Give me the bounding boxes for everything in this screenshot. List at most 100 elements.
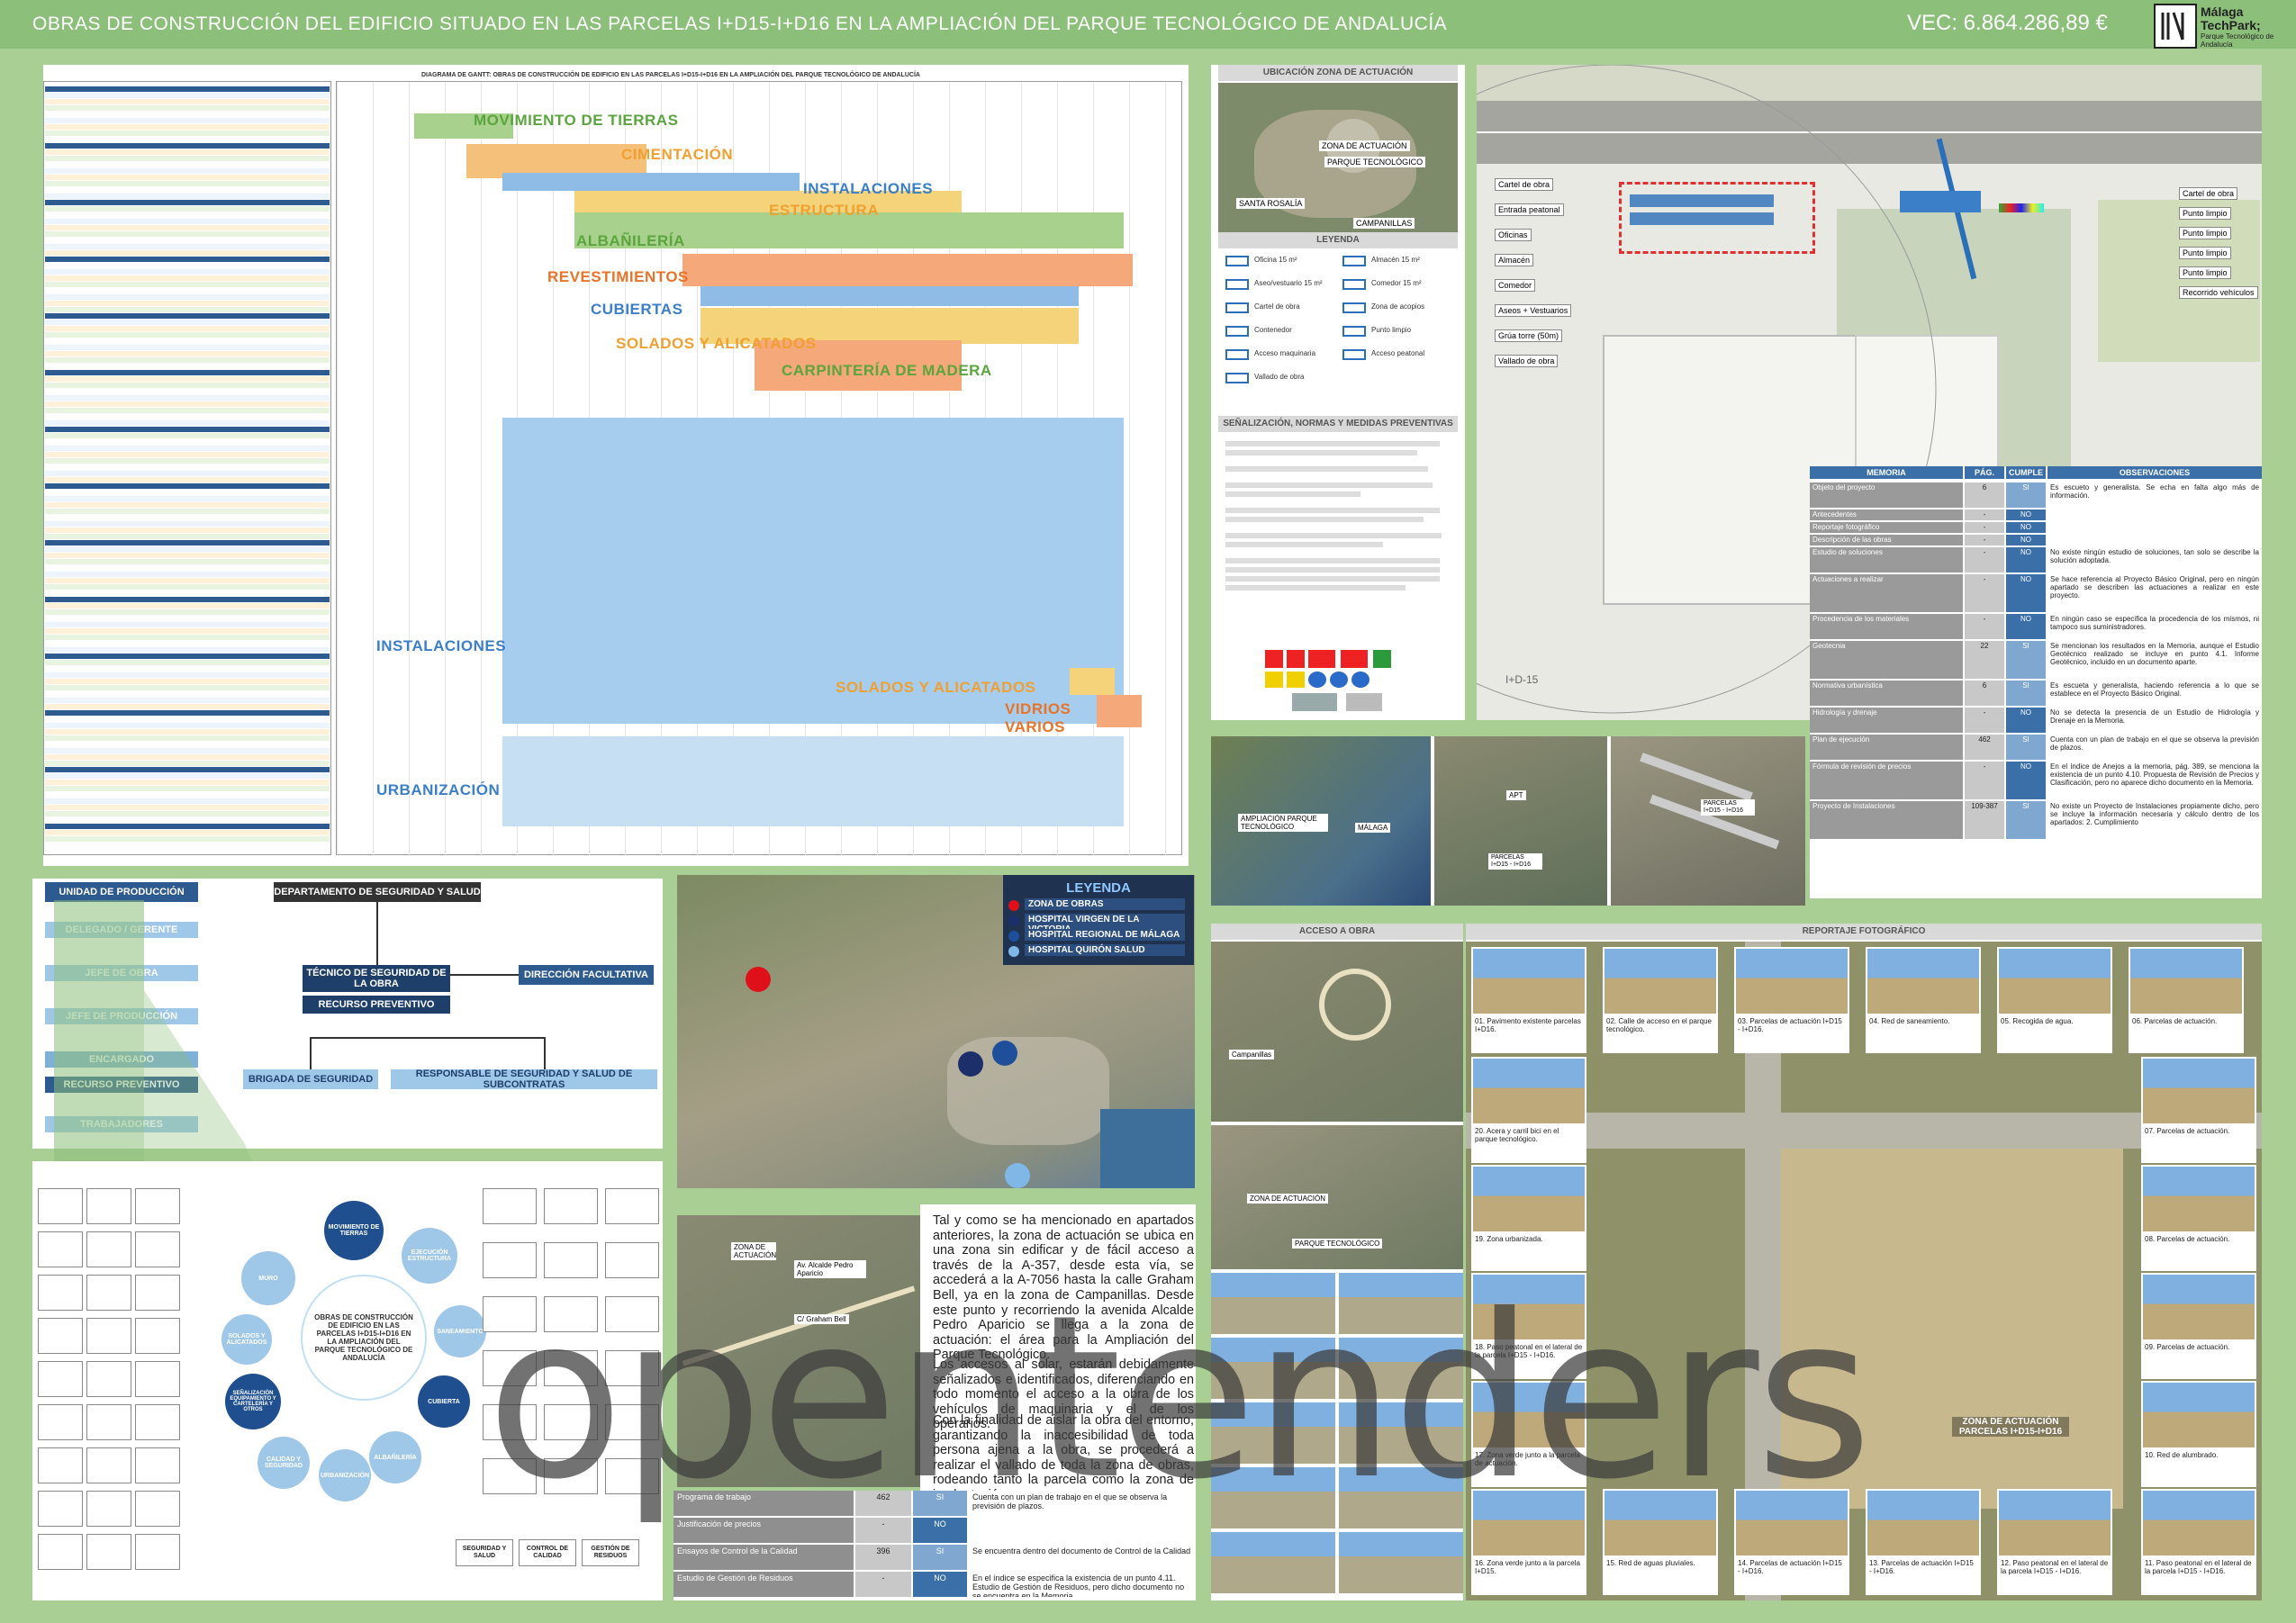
site-photo (1999, 949, 2111, 1014)
photo-caption: 13. Parcelas de actuación I+D15 - I+D16. (1869, 1559, 1974, 1575)
diagram-box (135, 1318, 180, 1354)
photo-top: 03. Parcelas de actuación I+D15 - I+D16. (1734, 947, 1849, 1053)
memoria-pag: 6 (1965, 681, 2004, 706)
gantt-task-row (45, 553, 330, 558)
gantt-task-row (45, 780, 330, 785)
safety-signs-icon (1265, 650, 1409, 713)
diagram-box (38, 1275, 83, 1311)
reportaje-title: REPORTAJE FOTOGRÁFICO (1466, 924, 2262, 940)
gantt-task-row (45, 704, 330, 709)
diagram-box (38, 1188, 83, 1224)
diagram-box (38, 1404, 83, 1440)
photo-caption: 01. Pavimento existente parcelas I+D16. (1475, 1017, 1581, 1033)
diagram-box (86, 1491, 131, 1527)
phase-area-cubiertas (701, 286, 1079, 306)
phase-label-movimiento: MOVIMIENTO DE TIERRAS (474, 112, 679, 129)
bottom-obs: En el índice se especifica la existencia… (969, 1572, 1196, 1597)
memoria-item: Geotecnia (1810, 641, 1963, 679)
photo-top: 02. Calle de acceso en el parque tecnoló… (1603, 947, 1718, 1053)
memoria-cumple: SI (2006, 641, 2046, 679)
site-photo (1604, 949, 1716, 1014)
photo-caption: 02. Calle de acceso en el parque tecnoló… (1606, 1017, 1712, 1033)
phase-label-carpinteria: CARPINTERÍA DE MADERA (782, 362, 992, 379)
phase-label-cubiertas: CUBIERTAS (591, 301, 683, 318)
circle-8: CALIDAD Y SEGURIDAD (258, 1437, 310, 1489)
phase-label-revestimientos: REVESTIMIENTOS (547, 268, 689, 285)
gantt-task-row (45, 824, 330, 829)
phase-label-solados-2: SOLADOS Y ALICATADOS (836, 679, 1036, 696)
memoria-cumple: NO (2006, 762, 2046, 799)
photo-right: 09. Parcelas de actuación. (2141, 1273, 2256, 1379)
gantt-task-row (45, 225, 330, 230)
diagram-box (135, 1275, 180, 1311)
gantt-task-row (45, 326, 330, 331)
hospital-regional-marker (992, 1041, 1017, 1066)
gantt-task-rows (45, 86, 330, 852)
site-photo (1473, 1167, 1585, 1231)
logo-name: Málaga TechPark; (2201, 5, 2261, 32)
gantt-task-row (45, 376, 330, 382)
gantt-task-row (45, 483, 330, 489)
diagram-box (86, 1404, 131, 1440)
phase-label-cimentacion: CIMENTACIÓN (621, 146, 734, 163)
memoria-obs: No existe un Proyecto de Instalaciones p… (2047, 801, 2262, 839)
gantt-task-row (45, 162, 330, 167)
gantt-task-row (45, 112, 330, 117)
photo-caption: 04. Red de saneamiento. (1869, 1017, 1950, 1025)
memoria-cumple: NO (2006, 614, 2046, 639)
gantt-task-row (45, 761, 330, 766)
senal-text (1225, 437, 1451, 645)
memoria-cumple: SI (2006, 482, 2046, 508)
logo-subtitle: Parque Tecnológico de Andalucía (2201, 32, 2274, 49)
gantt-task-row (45, 817, 330, 823)
gantt-task-row (45, 357, 330, 363)
bottom-item: Ensayos de Control de la Calidad (673, 1545, 854, 1570)
photo-caption: 15. Red de aguas pluviales. (1606, 1559, 1695, 1567)
diagram-box (135, 1404, 180, 1440)
gantt-task-row (45, 742, 330, 747)
ubicacion-title: UBICACIÓN ZONA DE ACTUACIÓN (1218, 65, 1458, 81)
gantt-task-row (45, 206, 330, 212)
photo-caption: 11. Paso peatonal en el lateral de la pa… (2145, 1559, 2252, 1575)
memoria-obs: Se mencionan los resultados en la Memori… (2047, 641, 2262, 679)
gantt-task-row (45, 231, 330, 237)
ubicacion-satellite-map: ZONA DE ACTUACIÓN PARQUE TECNOLÓGICO SAN… (1218, 83, 1458, 245)
gantt-task-row (45, 748, 330, 753)
gantt-task-row (45, 628, 330, 634)
gantt-task-row (45, 282, 330, 287)
memoria-cumple: NO (2006, 708, 2046, 733)
gantt-task-row (45, 439, 330, 445)
diagram-box (86, 1231, 131, 1267)
gantt-task-row (45, 679, 330, 684)
gantt-task-row (45, 773, 330, 779)
memoria-obs (2047, 522, 2262, 533)
vec-value: VEC: 6.864.286,89 € (1907, 11, 2108, 35)
phase-label-solados: SOLADOS Y ALICATADOS (616, 335, 817, 352)
photo-top: 01. Pavimento existente parcelas I+D16. (1471, 947, 1586, 1053)
diagram-bottom-1: CONTROL DE CALIDAD (519, 1539, 576, 1566)
photo-right: 07. Parcelas de actuación. (2141, 1057, 2256, 1163)
photo-caption: 08. Parcelas de actuación. (2145, 1235, 2230, 1243)
memoria-pag: 462 (1965, 735, 2004, 760)
gantt-task-row (45, 137, 330, 142)
gantt-task-row (45, 559, 330, 564)
gantt-task-row (45, 118, 330, 123)
diagram-box (86, 1318, 131, 1354)
legend-dot-icon (1008, 931, 1019, 942)
photo-caption: 20. Acera y carril bici en el parque tec… (1475, 1127, 1559, 1143)
circle-4: ALBAÑILERÍA (369, 1431, 421, 1483)
photo-caption: 14. Parcelas de actuación I+D15 - I+D16. (1738, 1559, 1842, 1575)
memoria-obs: No se detecta la presencia de un Estudio… (2047, 708, 2262, 733)
gantt-task-row (45, 332, 330, 338)
gantt-task-row (45, 546, 330, 552)
org-dept: DEPARTAMENTO DE SEGURIDAD Y SALUD (274, 882, 481, 902)
memoria-cumple: NO (2006, 547, 2046, 573)
gantt-task-row (45, 717, 330, 722)
site-photo (2143, 1491, 2255, 1555)
site-photo (2143, 1167, 2255, 1231)
memoria-cumple: NO (2006, 574, 2046, 612)
gantt-task-row (45, 452, 330, 457)
gantt-task-row (45, 591, 330, 596)
gantt-task-row (45, 212, 330, 218)
org-recurso: RECURSO PREVENTIVO (303, 996, 450, 1014)
